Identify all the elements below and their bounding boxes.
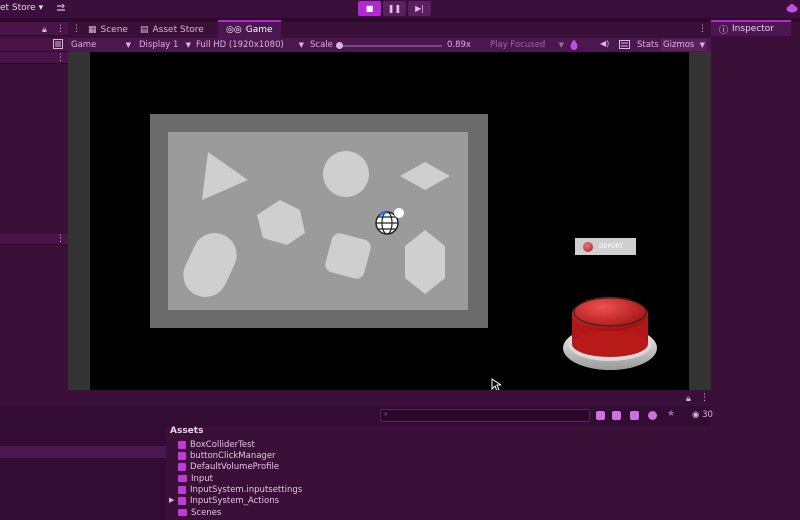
- step-button[interactable]: ▶|: [408, 1, 431, 16]
- profile-icon: [178, 462, 186, 471]
- tab-inspector[interactable]: ⓘ Inspector: [711, 20, 791, 36]
- asset-item[interactable]: Input: [178, 473, 213, 484]
- rounded-square-shape: [325, 233, 371, 279]
- asset-store-menu[interactable]: et Store ▾: [0, 3, 43, 13]
- asset-item[interactable]: Scenes: [178, 507, 221, 518]
- project-folder-tree: [0, 426, 166, 520]
- filter-by-label-icon[interactable]: [612, 411, 621, 420]
- folder-tree-selected-row[interactable]: [0, 446, 166, 458]
- asset-item[interactable]: buttonClickManager: [178, 450, 276, 461]
- tab-scene[interactable]: ▦ Scene: [80, 22, 136, 38]
- triangle-shape: [202, 152, 248, 200]
- gizmos-dropdown[interactable]: Gizmos ▼: [661, 39, 707, 51]
- menu-dots-icon[interactable]: ⋮: [56, 24, 65, 34]
- tab-game[interactable]: ◎◎ Game: [218, 20, 281, 38]
- tall-hexagon-shape: [405, 230, 445, 294]
- visible-count: ◉ 30: [692, 410, 713, 420]
- display-dropdown[interactable]: Display 1 ▼: [139, 39, 191, 51]
- globe-cursor-icon: [374, 207, 406, 242]
- hierarchy-panel: [0, 22, 68, 390]
- cloud-icon[interactable]: [786, 3, 798, 13]
- project-lock-icon[interactable]: 🔒︎: [686, 394, 691, 404]
- keyboard-icon[interactable]: [619, 40, 630, 52]
- play-icon: ■: [365, 4, 374, 13]
- assets-title: Assets: [170, 426, 204, 436]
- sub-menu-icon[interactable]: ⋮: [56, 234, 65, 244]
- project-search-input[interactable]: [380, 409, 590, 422]
- project-menu-icon[interactable]: ⋮: [700, 393, 709, 403]
- game-letterbox-left: [68, 52, 90, 390]
- scale-label: Scale: [310, 40, 333, 50]
- scene-icon: ▦: [88, 25, 97, 35]
- script-icon: [178, 451, 186, 460]
- scale-slider-handle[interactable]: [336, 42, 343, 49]
- lock-icon[interactable]: 🔒︎: [42, 25, 47, 35]
- asset-item[interactable]: DefaultVolumeProfile: [178, 461, 279, 472]
- store-icon: ▤: [140, 25, 149, 35]
- play-controls: ■ ❚❚ ▶|: [358, 1, 431, 16]
- play-button[interactable]: ■: [358, 1, 381, 16]
- actions-icon: [178, 496, 186, 505]
- pause-button[interactable]: ❚❚: [383, 1, 406, 16]
- mute-audio-icon[interactable]: ◀): [600, 39, 609, 48]
- info-icon: ⓘ: [719, 25, 729, 36]
- collab-icon[interactable]: [56, 3, 66, 16]
- eye-icon: ◉: [692, 410, 700, 420]
- pause-icon: ❚❚: [387, 4, 402, 13]
- play-focused-dropdown[interactable]: Play Focused ▼: [490, 39, 564, 51]
- hexagon-shape: [257, 200, 305, 245]
- asset-item[interactable]: BoxColliderTest: [178, 439, 255, 450]
- diamond-shape: [400, 162, 450, 190]
- scale-slider[interactable]: [340, 45, 442, 47]
- script-icon: [178, 440, 186, 449]
- panel-menu-icon[interactable]: ⋮: [698, 24, 707, 34]
- step-icon: ▶|: [415, 4, 424, 13]
- console-strip: [0, 390, 711, 406]
- stats-button[interactable]: Stats: [637, 39, 659, 51]
- view-mode-dropdown[interactable]: Game ▼: [71, 39, 131, 51]
- hierarchy-list-icon[interactable]: [53, 39, 63, 52]
- gamepad-icon: ◎◎: [226, 25, 242, 35]
- record-dot-icon: [583, 241, 593, 252]
- expand-arrow-icon[interactable]: ▶: [169, 496, 174, 504]
- tab-asset-store[interactable]: ▤ Asset Store: [132, 22, 212, 38]
- inspector-panel: [711, 22, 800, 520]
- big-red-button[interactable]: [562, 292, 658, 372]
- folder-icon: [178, 509, 187, 516]
- asset-item[interactable]: InputSystem_Actions: [178, 495, 279, 506]
- filter-by-type-icon[interactable]: [596, 411, 605, 420]
- favorite-star-icon[interactable]: ★: [667, 409, 675, 419]
- deport-button[interactable]: DEPORT: [575, 238, 636, 255]
- capsule-shape: [183, 233, 237, 297]
- scale-value: 0.89x: [447, 40, 471, 50]
- row-menu-icon[interactable]: ⋮: [56, 53, 65, 63]
- folder-icon: [178, 475, 187, 482]
- circle-shape: [323, 151, 369, 197]
- search-icon: ⌕: [384, 410, 388, 418]
- resolution-dropdown[interactable]: Full HD (1920x1080) ▼: [196, 39, 304, 51]
- shapes-layer: [183, 151, 450, 297]
- game-letterbox-right: [689, 52, 711, 390]
- tag-icon[interactable]: [630, 411, 639, 420]
- asset-item[interactable]: InputSystem.inputsettings: [178, 484, 302, 495]
- settings-icon: [178, 485, 186, 494]
- warning-icon[interactable]: [648, 411, 657, 420]
